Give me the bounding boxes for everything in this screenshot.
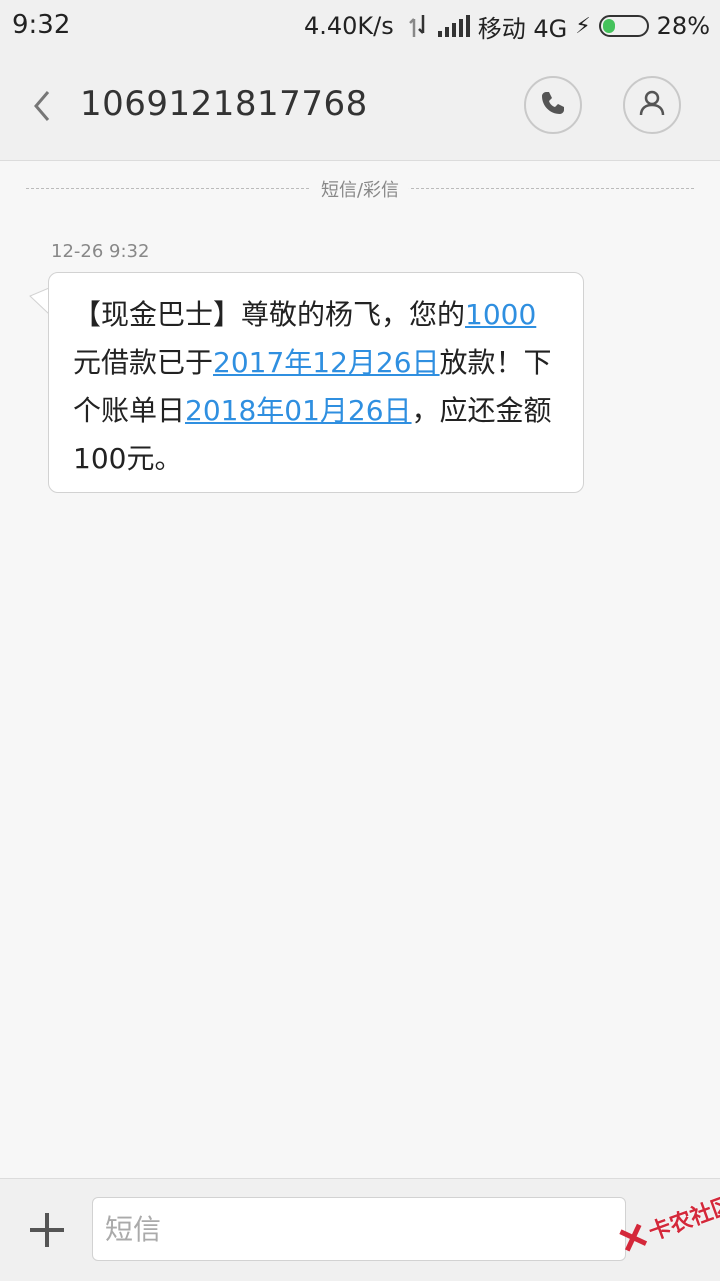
phone-icon <box>539 89 567 121</box>
status-bar: 9:32 4.40K/s 移动 4G ⚡ 28% <box>0 0 720 54</box>
conversation-header: 1069121817768 <box>0 54 720 161</box>
message-text-segment: 【现金巴士】尊敬的杨飞，您的 <box>73 298 466 331</box>
call-button[interactable] <box>524 76 582 134</box>
contact-info-button[interactable] <box>623 76 681 134</box>
data-transfer-icon <box>408 13 430 39</box>
message-link[interactable]: 2017年12月26日 <box>213 346 440 379</box>
message-bubble[interactable]: 【现金巴士】尊敬的杨飞，您的1000元借款已于2017年12月26日放款！下个账… <box>48 272 584 493</box>
status-time: 9:32 <box>12 10 71 40</box>
message-link[interactable]: 1000 <box>465 298 536 331</box>
message-timestamp: 12-26 9:32 <box>51 241 150 262</box>
contact-number-title: 1069121817768 <box>80 84 368 124</box>
message-link[interactable]: 2018年01月26日 <box>185 394 412 427</box>
message-type-divider: 短信/彩信 <box>26 176 694 202</box>
message-text-segment: 元借款已于 <box>73 346 214 379</box>
status-indicators: 4.40K/s 移动 4G ⚡ 28% <box>303 10 710 43</box>
chevron-left-icon[interactable] <box>28 86 58 126</box>
message-input[interactable] <box>92 1197 626 1261</box>
watermark-text: 卡农社区 <box>645 1192 720 1246</box>
battery-percent: 28% <box>656 12 710 40</box>
person-icon <box>639 89 665 121</box>
battery-icon <box>598 15 649 37</box>
message-type-label: 短信/彩信 <box>310 176 410 202</box>
compose-bar <box>0 1178 720 1281</box>
carrier-label: 移动 4G <box>477 14 568 43</box>
signal-strength-icon <box>437 15 470 37</box>
plus-icon[interactable] <box>30 1213 64 1247</box>
message-text: 【现金巴士】尊敬的杨飞，您的1000元借款已于2017年12月26日放款！下个账… <box>73 298 552 475</box>
network-speed: 4.40K/s <box>303 12 394 40</box>
charging-icon: ⚡ <box>575 13 591 39</box>
